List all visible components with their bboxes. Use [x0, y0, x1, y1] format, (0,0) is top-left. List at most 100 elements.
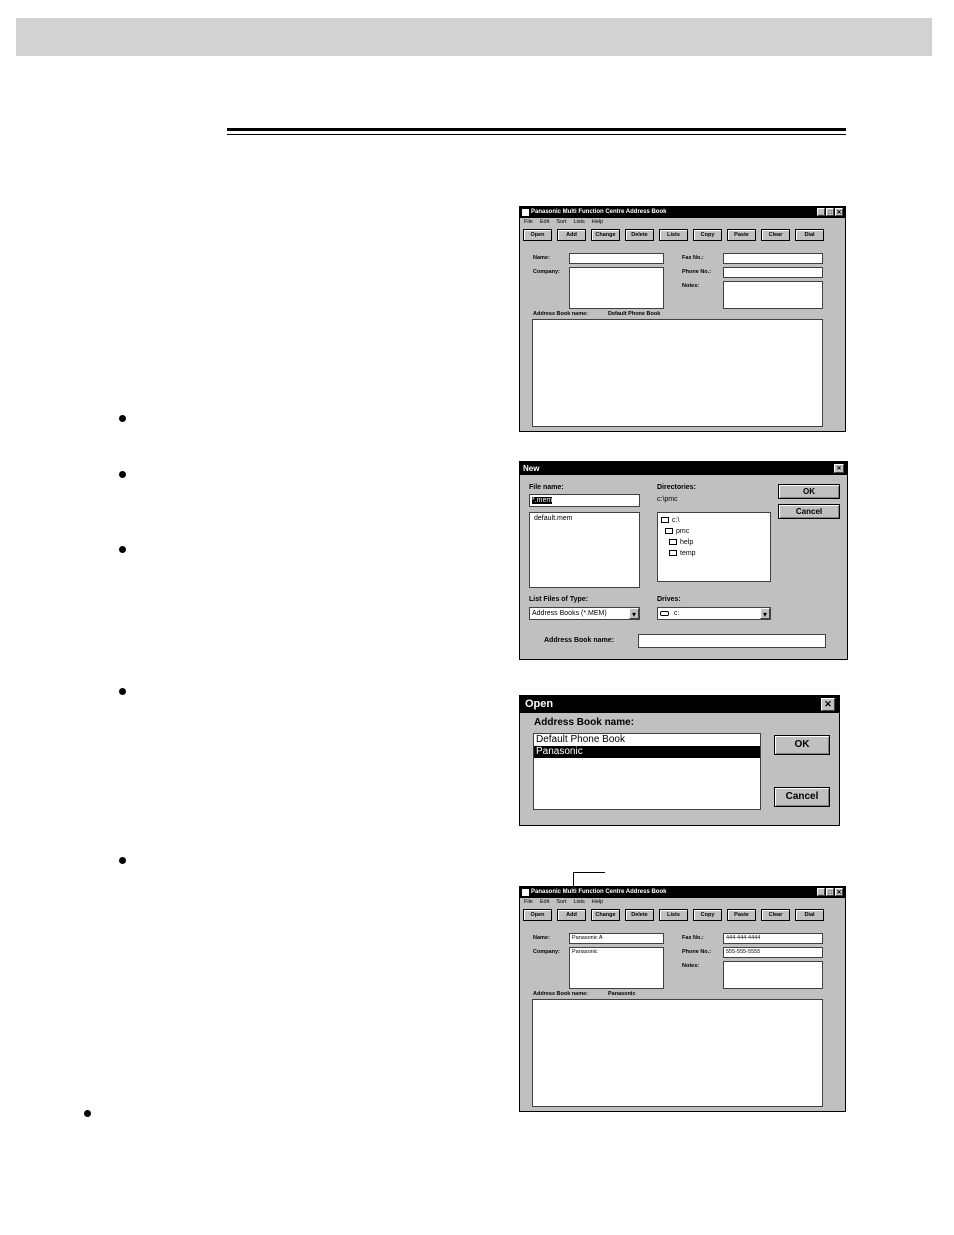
menu-sort[interactable]: Sort: [556, 899, 566, 905]
menu-file[interactable]: File: [524, 219, 533, 225]
cancel-button[interactable]: Cancel: [774, 787, 830, 807]
title-bar: Open ✕: [520, 696, 839, 713]
fax-field[interactable]: [723, 253, 823, 264]
dropdown-icon[interactable]: ▾: [760, 608, 770, 619]
dial-button[interactable]: Dial: [795, 229, 824, 241]
address-book-name-label: Address Book name:: [533, 991, 589, 997]
copy-button[interactable]: Copy: [693, 909, 722, 921]
close-icon[interactable]: ✕: [834, 464, 844, 473]
title-bar: Panasonic Multi Function Centre Address …: [520, 887, 845, 898]
address-book-window-filled: Panasonic Multi Function Centre Address …: [519, 886, 846, 1112]
address-book-name-value: Panasonic: [608, 991, 636, 997]
menu-help[interactable]: Help: [592, 899, 603, 905]
notes-field[interactable]: [723, 961, 823, 989]
delete-button[interactable]: Delete: [625, 229, 654, 241]
close-icon[interactable]: ✕: [835, 208, 843, 216]
window-title: Panasonic Multi Function Centre Address …: [531, 209, 667, 215]
menu-edit[interactable]: Edit: [540, 219, 549, 225]
phone-field[interactable]: 555-555-5555: [723, 947, 823, 958]
minimize-icon[interactable]: _: [817, 888, 825, 896]
title-bar: Panasonic Multi Function Centre Address …: [520, 207, 845, 218]
directory-item[interactable]: c:\: [661, 515, 767, 526]
bullet: [119, 688, 126, 695]
toolbar: Open Add Change Delete Lists Copy Paste …: [523, 909, 824, 921]
directory-item[interactable]: pmc: [661, 526, 767, 537]
fax-label: Fax No.:: [682, 935, 704, 941]
menu-edit[interactable]: Edit: [540, 899, 549, 905]
lists-button[interactable]: Lists: [659, 229, 688, 241]
change-button[interactable]: Change: [591, 909, 620, 921]
lists-button[interactable]: Lists: [659, 909, 688, 921]
close-icon[interactable]: ✕: [821, 698, 835, 711]
phone-field[interactable]: [723, 267, 823, 278]
directory-list[interactable]: c:\ pmc help temp: [657, 512, 771, 582]
add-button[interactable]: Add: [557, 229, 586, 241]
title-bar: New ✕: [520, 462, 847, 475]
folder-icon: [669, 550, 677, 557]
header-bar: [16, 18, 932, 56]
ok-button[interactable]: OK: [778, 484, 840, 499]
address-list[interactable]: [532, 319, 823, 427]
cancel-button[interactable]: Cancel: [778, 504, 840, 519]
drives-select[interactable]: c: ▾: [657, 607, 771, 620]
open-dialog: Open ✕ Address Book name: Default Phone …: [519, 695, 840, 826]
folder-icon: [669, 539, 677, 546]
company-field[interactable]: [569, 267, 664, 309]
file-name-label: File name:: [529, 484, 564, 491]
close-icon[interactable]: ✕: [835, 888, 843, 896]
ok-button[interactable]: OK: [774, 735, 830, 755]
company-label: Company:: [533, 949, 560, 955]
directory-item[interactable]: temp: [661, 548, 767, 559]
folder-open-icon: [661, 517, 669, 524]
open-button[interactable]: Open: [523, 909, 552, 921]
address-book-window-empty: Panasonic Multi Function Centre Address …: [519, 206, 846, 432]
list-type-label: List Files of Type:: [529, 596, 588, 603]
clear-button[interactable]: Clear: [761, 229, 790, 241]
bullet: [119, 415, 126, 422]
add-button[interactable]: Add: [557, 909, 586, 921]
bullet: [84, 1110, 91, 1117]
file-name-value: *.mem: [532, 497, 553, 504]
name-field[interactable]: [569, 253, 664, 264]
notes-field[interactable]: [723, 281, 823, 309]
menu-sort[interactable]: Sort: [556, 219, 566, 225]
fax-field[interactable]: 444-444-4444: [723, 933, 823, 944]
menu-file[interactable]: File: [524, 899, 533, 905]
fax-label: Fax No.:: [682, 255, 704, 261]
menu-lists[interactable]: Lists: [573, 899, 584, 905]
dropdown-icon[interactable]: ▾: [629, 608, 639, 619]
section-rule-top: [227, 128, 846, 131]
open-button[interactable]: Open: [523, 229, 552, 241]
book-name-input[interactable]: [638, 634, 826, 648]
company-label: Company:: [533, 269, 560, 275]
maximize-icon[interactable]: □: [826, 208, 834, 216]
app-icon: [522, 889, 529, 896]
menu-lists[interactable]: Lists: [573, 219, 584, 225]
change-button[interactable]: Change: [591, 229, 620, 241]
maximize-icon[interactable]: □: [826, 888, 834, 896]
copy-button[interactable]: Copy: [693, 229, 722, 241]
name-field[interactable]: Panasonic A: [569, 933, 664, 944]
bullet: [119, 546, 126, 553]
paste-button[interactable]: Paste: [727, 229, 756, 241]
minimize-icon[interactable]: _: [817, 208, 825, 216]
drives-label: Drives:: [657, 596, 681, 603]
file-list[interactable]: default.mem: [529, 512, 640, 588]
section-rule-bottom: [227, 134, 846, 135]
menu-help[interactable]: Help: [592, 219, 603, 225]
address-list[interactable]: [532, 999, 823, 1107]
notes-label: Notes:: [682, 283, 700, 289]
bullet: [119, 857, 126, 864]
address-book-list[interactable]: Default Phone Book Panasonic: [533, 733, 761, 810]
directory-item[interactable]: help: [661, 537, 767, 548]
file-name-input[interactable]: *.mem: [529, 494, 640, 507]
list-item-selected[interactable]: Panasonic: [534, 746, 760, 758]
company-field[interactable]: Panasonic: [569, 947, 664, 989]
clear-button[interactable]: Clear: [761, 909, 790, 921]
dial-button[interactable]: Dial: [795, 909, 824, 921]
delete-button[interactable]: Delete: [625, 909, 654, 921]
paste-button[interactable]: Paste: [727, 909, 756, 921]
file-item[interactable]: default.mem: [534, 515, 635, 522]
list-type-select[interactable]: Address Books (*.MEM) ▾: [529, 607, 640, 620]
list-item[interactable]: Default Phone Book: [534, 734, 760, 746]
